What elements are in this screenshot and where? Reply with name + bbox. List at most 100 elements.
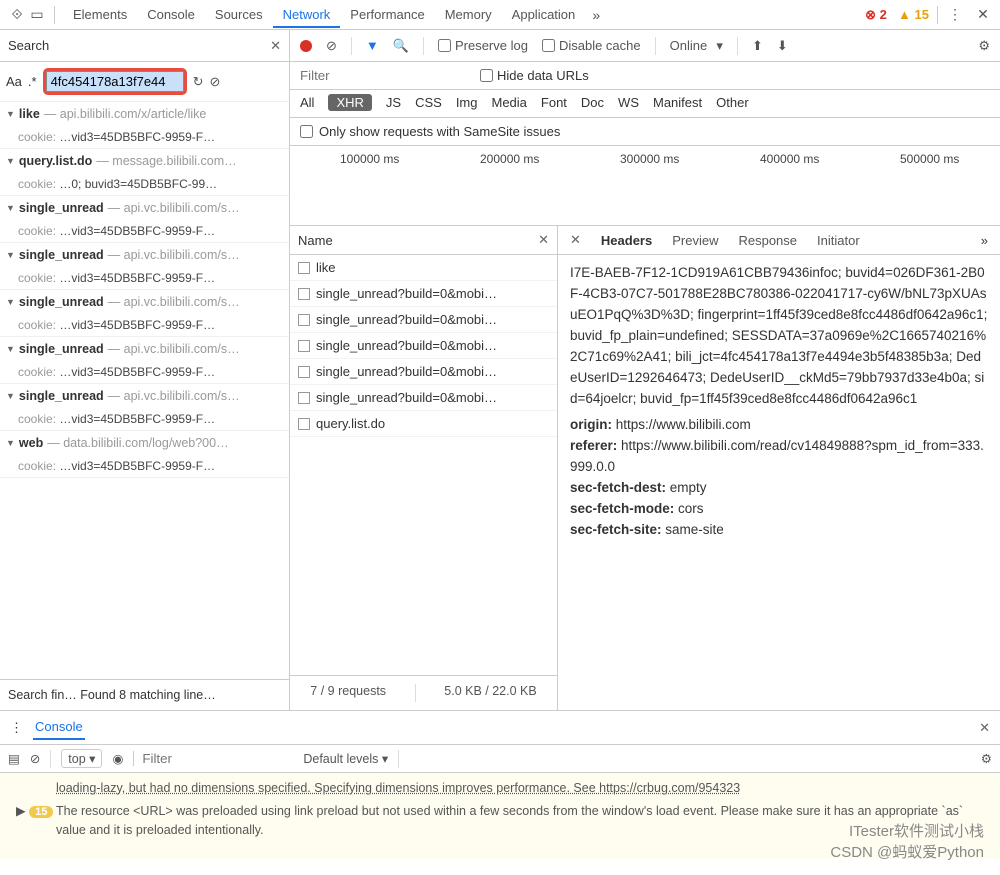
filter-types: All XHR JS CSS Img Media Font Doc WS Manifest Othe… <box>290 90 1000 118</box>
filter-bar: Hide data URLs <box>290 62 1000 90</box>
search-result[interactable]: ▼single_unread — api.vc.bilibili.com/s… … <box>0 243 289 290</box>
filter-type-doc[interactable]: Doc <box>581 95 604 110</box>
request-details: ✕HeadersPreviewResponseInitiator» I7E-BA… <box>558 226 1000 710</box>
error-count[interactable]: ⊗ 2 <box>865 7 887 23</box>
search-result[interactable]: ▼single_unread — api.vc.bilibili.com/s… … <box>0 196 289 243</box>
filter-type-css[interactable]: CSS <box>415 95 442 110</box>
search-results: ▼like — api.bilibili.com/x/article/like … <box>0 102 289 679</box>
levels-select[interactable]: Default levels ▾ <box>303 751 388 766</box>
filter-type-font[interactable]: Font <box>541 95 567 110</box>
watermark: ITester软件测试小栈 CSDN @蚂蚁爱Python <box>830 821 984 863</box>
console-settings-icon[interactable]: ⚙ <box>981 751 992 766</box>
detail-tab-response[interactable]: Response <box>738 233 797 248</box>
request-row[interactable]: like <box>290 255 557 281</box>
filter-type-js[interactable]: JS <box>386 95 401 110</box>
timeline-tick: 400000 ms <box>760 152 819 166</box>
match-case[interactable]: Aa <box>6 74 22 89</box>
preserve-log-checkbox[interactable]: Preserve log <box>438 38 528 53</box>
detail-tab-headers[interactable]: Headers <box>601 233 652 248</box>
inspect-icon[interactable]: ⟐ <box>8 6 26 23</box>
filter-type-other[interactable]: Other <box>716 95 749 110</box>
request-row[interactable]: single_unread?build=0&mobi… <box>290 333 557 359</box>
request-row[interactable]: single_unread?build=0&mobi… <box>290 281 557 307</box>
search-result[interactable]: ▼like — api.bilibili.com/x/article/like … <box>0 102 289 149</box>
filter-type-xhr[interactable]: XHR <box>328 94 371 111</box>
filter-type-manifest[interactable]: Manifest <box>653 95 702 110</box>
network-toolbar: ⊘ ▼ 🔍 Preserve log Disable cache Online … <box>290 30 1000 62</box>
main-tab-elements[interactable]: Elements <box>63 1 137 28</box>
download-har-icon[interactable]: ⬇ <box>777 38 788 54</box>
search-result[interactable]: ▼single_unread — api.vc.bilibili.com/s… … <box>0 384 289 431</box>
header-row: sec-fetch-mode: cors <box>570 499 988 520</box>
search-result[interactable]: ▼single_unread — api.vc.bilibili.com/s… … <box>0 290 289 337</box>
close-search-icon[interactable]: ✕ <box>270 38 281 54</box>
console-message: loading-lazy, but had no dimensions spec… <box>56 779 990 798</box>
main-tab-memory[interactable]: Memory <box>435 1 502 28</box>
upload-har-icon[interactable]: ⬆ <box>752 38 763 54</box>
drawer-menu-icon[interactable]: ⋮ <box>10 720 23 736</box>
search-icon[interactable]: 🔍 <box>393 38 409 54</box>
main-tab-application[interactable]: Application <box>502 1 586 28</box>
more-tabs-icon[interactable]: » <box>587 7 605 23</box>
search-input[interactable] <box>46 71 184 92</box>
filter-icon[interactable]: ▼ <box>366 38 379 53</box>
filter-input[interactable] <box>300 68 460 83</box>
timeline-tick: 200000 ms <box>480 152 539 166</box>
search-result[interactable]: ▼query.list.do — message.bilibili.com… c… <box>0 149 289 196</box>
settings-icon[interactable]: ⚙ <box>978 38 990 54</box>
header-row: sec-fetch-site: same-site <box>570 520 988 541</box>
context-select[interactable]: top ▾ <box>61 749 102 768</box>
detail-tab-initiator[interactable]: Initiator <box>817 233 860 248</box>
regex-toggle[interactable]: .* <box>28 74 37 89</box>
filter-type-media[interactable]: Media <box>491 95 526 110</box>
console-sidebar-icon[interactable]: ▤ <box>8 751 20 766</box>
main-tab-console[interactable]: Console <box>137 1 205 28</box>
search-result[interactable]: ▼single_unread — api.vc.bilibili.com/s… … <box>0 337 289 384</box>
search-input-highlight <box>43 68 187 95</box>
timeline[interactable]: 100000 ms200000 ms300000 ms400000 ms5000… <box>290 146 1000 226</box>
console-tab[interactable]: Console <box>33 715 85 740</box>
devtools-main-tabs: ⟐ ▭ ElementsConsoleSourcesNetworkPerform… <box>0 0 1000 30</box>
timeline-tick: 300000 ms <box>620 152 679 166</box>
filter-type-img[interactable]: Img <box>456 95 478 110</box>
name-column-header[interactable]: Name <box>298 233 333 248</box>
search-footer: Search fin… Found 8 matching line… <box>0 679 289 710</box>
clear-icon[interactable]: ⊘ <box>326 38 337 54</box>
warning-badge: ▶ 15 <box>16 802 53 821</box>
close-devtools-icon[interactable]: ✕ <box>974 6 992 23</box>
record-icon[interactable] <box>300 40 312 52</box>
refresh-icon[interactable]: ↻ <box>193 74 204 90</box>
request-row[interactable]: single_unread?build=0&mobi… <box>290 307 557 333</box>
console-filter-input[interactable] <box>133 751 293 766</box>
filter-type-ws[interactable]: WS <box>618 95 639 110</box>
request-row[interactable]: single_unread?build=0&mobi… <box>290 385 557 411</box>
live-expr-icon[interactable]: ◉ <box>112 751 123 766</box>
samesite-filter[interactable]: Only show requests with SameSite issues <box>290 118 1000 146</box>
disable-cache-checkbox[interactable]: Disable cache <box>542 38 641 53</box>
clear-icon[interactable]: ⊘ <box>209 74 220 90</box>
warning-count[interactable]: ▲ 15 <box>898 7 929 22</box>
main-tab-network[interactable]: Network <box>273 1 341 28</box>
main-tab-sources[interactable]: Sources <box>205 1 273 28</box>
request-row[interactable]: single_unread?build=0&mobi… <box>290 359 557 385</box>
clear-console-icon[interactable]: ⊘ <box>30 751 40 766</box>
device-icon[interactable]: ▭ <box>28 6 46 23</box>
detail-tab-preview[interactable]: Preview <box>672 233 718 248</box>
request-list: Name ✕ likesingle_unread?build=0&mobi…si… <box>290 226 558 710</box>
close-drawer-icon[interactable]: ✕ <box>979 720 990 736</box>
search-result[interactable]: ▼web — data.bilibili.com/log/web?00… coo… <box>0 431 289 478</box>
main-tab-performance[interactable]: Performance <box>340 1 434 28</box>
hide-data-urls-checkbox[interactable]: Hide data URLs <box>480 68 589 83</box>
close-details-icon[interactable]: ✕ <box>570 232 581 248</box>
header-row: sec-fetch-dest: empty <box>570 478 988 499</box>
kebab-icon[interactable]: ⋮ <box>946 6 964 23</box>
more-detail-tabs-icon[interactable]: » <box>981 233 988 248</box>
header-row: referer: https://www.bilibili.com/read/c… <box>570 436 988 478</box>
filter-type-all[interactable]: All <box>300 95 314 110</box>
header-row: origin: https://www.bilibili.com <box>570 415 988 436</box>
request-row[interactable]: query.list.do <box>290 411 557 437</box>
throttling-select[interactable]: Online ▾ <box>670 38 723 54</box>
search-panel: Search ✕ Aa .* ↻ ⊘ ▼like — api.bilibili.… <box>0 30 290 710</box>
search-title: Search <box>8 38 49 53</box>
close-list-icon[interactable]: ✕ <box>538 232 549 248</box>
